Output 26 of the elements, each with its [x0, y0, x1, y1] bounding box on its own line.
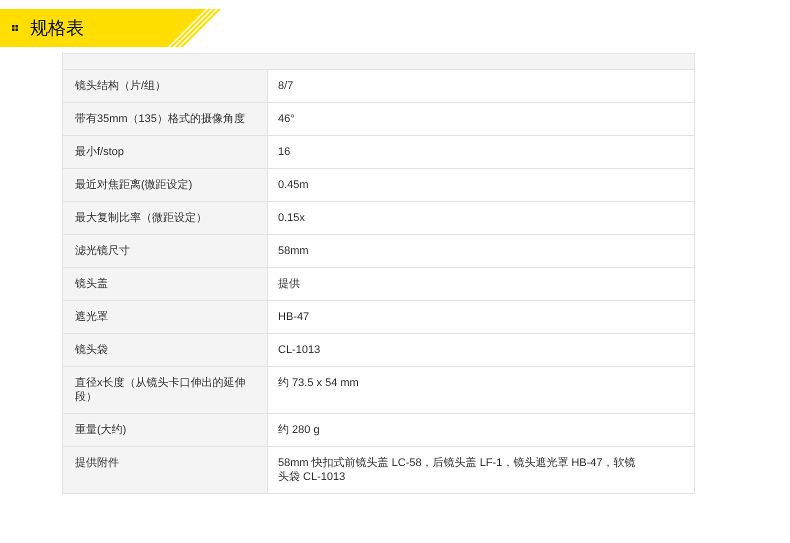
bullet-icon — [12, 25, 18, 31]
spec-value: 0.15x — [277, 211, 306, 226]
spec-label: 滤光镜尺寸 — [63, 235, 268, 267]
spec-value: 约 73.5 x 54 mm — [277, 376, 360, 391]
spec-label: 最小f/stop — [63, 136, 268, 168]
spec-label: 直径x长度（从镜头卡口伸出的延伸段） — [63, 367, 268, 413]
spec-value: CL-1013 — [277, 343, 322, 358]
spec-value: 46° — [277, 112, 296, 127]
spec-label: 遮光罩 — [63, 301, 268, 333]
spec-value: 58mm — [277, 244, 310, 259]
spec-label: 最大复制比率（微距设定） — [63, 202, 268, 234]
spec-value: HB-47 — [277, 310, 310, 325]
spec-value: 0.45m — [277, 178, 310, 193]
spec-label: 镜头袋 — [63, 334, 268, 366]
spec-value: 58mm 快扣式前镜头盖 LC-58，后镜头盖 LF-1，镜头遮光罩 HB-47，软镜头袋 CL-1013 — [277, 456, 637, 485]
spec-value: 约 280 g — [277, 423, 321, 438]
spec-label: 提供附件 — [63, 447, 268, 493]
section-title: 规格表 — [30, 17, 84, 40]
spec-label: 镜头结构（片/组） — [63, 70, 268, 102]
spec-label: 带有35mm（135）格式的摄像角度 — [63, 103, 268, 135]
spec-label: 重量(大约) — [63, 414, 268, 446]
spec-value: 提供 — [277, 277, 301, 292]
spec-label: 最近对焦距离(微距设定) — [63, 169, 268, 201]
spec-label: 镜头盖 — [63, 268, 268, 300]
spec-value: 16 — [277, 145, 292, 160]
spec-value: 8/7 — [277, 79, 294, 94]
